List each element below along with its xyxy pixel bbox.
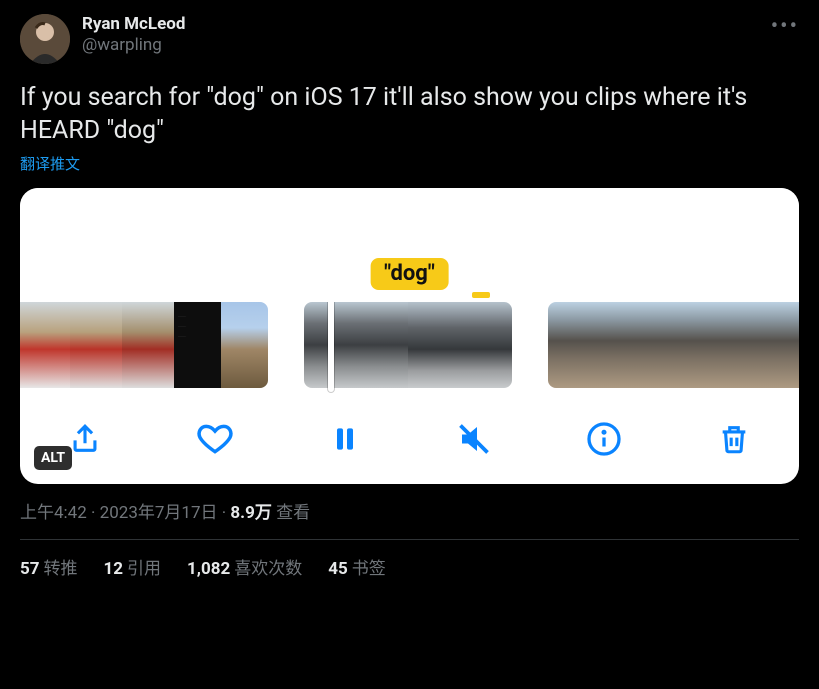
clip-group-3 (548, 302, 799, 388)
info-icon[interactable] (585, 420, 623, 458)
thumbnail[interactable] (652, 302, 704, 388)
thumbnail[interactable]: ········ ········ ········ (174, 302, 221, 388)
more-icon[interactable]: ••• (771, 14, 799, 39)
thumbnail[interactable] (20, 302, 70, 388)
svg-text:········: ········ (178, 334, 186, 339)
tweet-meta: 上午4:42 · 2023年7月17日 · 8.9万 查看 (20, 498, 799, 523)
author-names: Ryan McLeod @warpling (82, 14, 799, 57)
views-count[interactable]: 8.9万 (230, 503, 271, 523)
alt-badge[interactable]: ALT (34, 446, 72, 470)
tweet-header: Ryan McLeod @warpling ••• (20, 14, 799, 64)
heart-icon[interactable] (196, 420, 234, 458)
thumbnail[interactable] (304, 302, 408, 388)
translate-link[interactable]: 翻译推文 (20, 153, 80, 174)
thumbnail[interactable] (600, 302, 652, 388)
stat-quotes[interactable]: 12引用 (104, 554, 162, 579)
views-label: 查看 (276, 503, 310, 523)
clip-group-1: ········ ········ ········ (20, 302, 268, 388)
media-card[interactable]: "dog" ········ ········ ········ (20, 188, 799, 484)
tweet-container: Ryan McLeod @warpling ••• If you search … (20, 14, 799, 579)
handle[interactable]: @warpling (82, 35, 799, 56)
svg-text:········: ········ (178, 314, 186, 319)
tweet-date[interactable]: 2023年7月17日 (100, 503, 218, 523)
caption-tick (472, 292, 490, 298)
tweet-time[interactable]: 上午4:42 (20, 503, 87, 523)
tweet-stats: 57转推 12引用 1,082喜欢次数 45书签 (20, 554, 799, 579)
media-whitespace: "dog" (20, 188, 799, 294)
tweet-text: If you search for "dog" on iOS 17 it'll … (20, 82, 799, 147)
caption-badge: "dog" (370, 258, 449, 290)
avatar[interactable] (20, 14, 70, 64)
video-timeline[interactable]: ········ ········ ········ (20, 302, 799, 400)
thumbnail[interactable] (756, 302, 799, 388)
stat-bookmarks[interactable]: 45书签 (328, 554, 386, 579)
display-name[interactable]: Ryan McLeod (82, 14, 799, 35)
thumbnail[interactable] (408, 302, 512, 388)
media-controls (20, 400, 799, 484)
trash-icon[interactable] (715, 420, 753, 458)
playhead[interactable] (328, 302, 334, 392)
thumbnail[interactable] (70, 302, 122, 388)
stat-retweets[interactable]: 57转推 (20, 554, 78, 579)
pause-icon[interactable] (326, 420, 364, 458)
thumbnail[interactable] (221, 302, 268, 388)
clip-group-2 (304, 302, 512, 388)
thumbnail[interactable] (122, 302, 174, 388)
mute-icon[interactable] (455, 420, 493, 458)
svg-text:········: ········ (178, 324, 186, 329)
thumbnail[interactable] (704, 302, 756, 388)
stat-likes[interactable]: 1,082喜欢次数 (187, 554, 302, 579)
divider (20, 539, 799, 540)
thumbnail[interactable] (548, 302, 600, 388)
